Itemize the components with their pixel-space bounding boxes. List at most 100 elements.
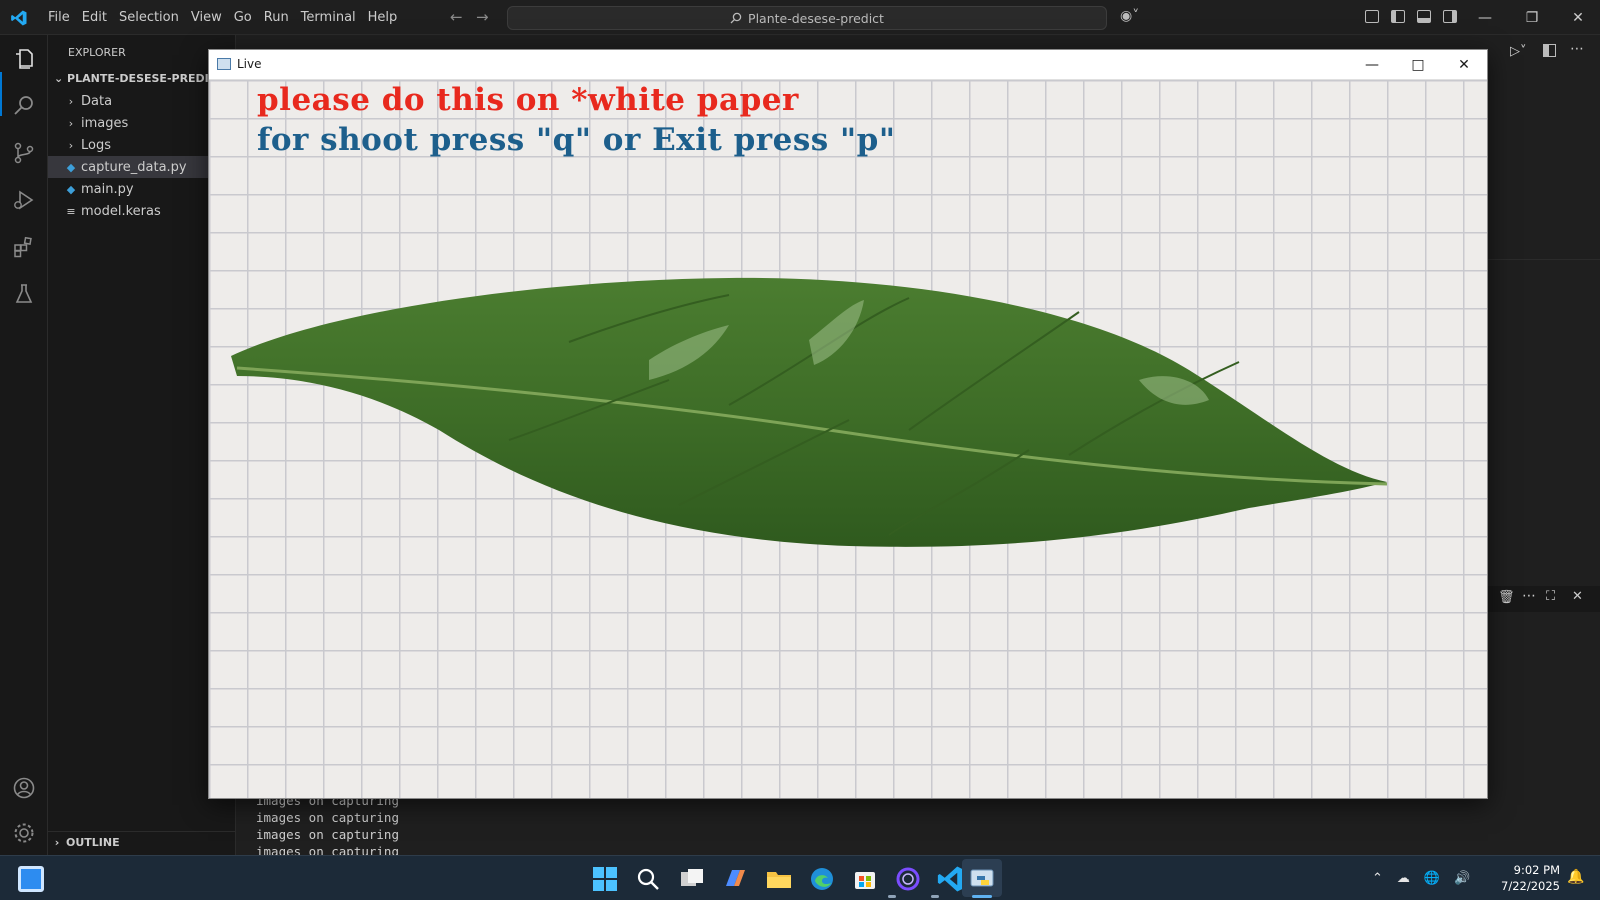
workspace-name: PLANTE-DESESE-PREDICT <box>67 72 225 85</box>
app-icon <box>217 58 231 70</box>
extensions-icon[interactable] <box>12 235 36 259</box>
instruction-text-keys: for shoot press "q" or Exit press "p" <box>257 122 896 158</box>
run-python-file-icon[interactable]: ▷˅ <box>1510 44 1527 59</box>
testing-icon[interactable] <box>12 282 36 306</box>
camera-feed: please do this on *white paper for shoot… <box>209 80 1487 798</box>
python-file-icon: ◆ <box>66 160 76 174</box>
system-tray: ⌃ ☁ 🌐 🔊 <box>1372 864 1470 892</box>
instruction-text-paper: please do this on *white paper <box>257 82 799 118</box>
menu-edit[interactable]: Edit <box>76 10 113 25</box>
files-icon[interactable] <box>12 47 36 71</box>
menu-view[interactable]: View <box>185 10 228 25</box>
menu-terminal[interactable]: Terminal <box>295 10 362 25</box>
split-editor-icon[interactable] <box>1543 44 1556 57</box>
chevron-down-icon: ⌄ <box>54 72 68 85</box>
python-file-icon: ◆ <box>66 182 76 196</box>
divider <box>1488 259 1600 260</box>
outline-label: OUTLINE <box>66 836 120 849</box>
clock-date: 7/22/2025 <box>1501 879 1560 893</box>
file-explorer-icon[interactable] <box>764 864 794 894</box>
minimize-icon[interactable]: — <box>1473 6 1497 30</box>
arrow-right-icon[interactable]: → <box>476 8 494 26</box>
tree-item-label: Data <box>81 93 113 109</box>
editor-area: ▷˅ ⋯ <box>1488 35 1600 855</box>
maximize-panel-icon[interactable]: ⛶ <box>1546 589 1555 604</box>
restore-icon[interactable]: ❐ <box>1520 6 1544 30</box>
workspace-header[interactable]: ⌄ PLANTE-DESESE-PREDICT <box>54 72 224 85</box>
close-icon[interactable]: ✕ <box>1566 6 1590 30</box>
terminal-output[interactable]: images on capturing images on capturing … <box>256 792 399 860</box>
tree-item-label: Logs <box>81 137 111 153</box>
taskbar: ⌃ ☁ 🌐 🔊 9:02 PM 7/22/2025 🔔 <box>0 855 1600 900</box>
file-lines-icon: ≡ <box>66 204 76 218</box>
chevron-up-icon[interactable]: ⌃ <box>1372 871 1383 886</box>
terminal-line: images on capturing <box>256 810 399 825</box>
close-icon[interactable]: ✕ <box>1441 50 1487 80</box>
more-actions-icon[interactable]: ⋯ <box>1522 588 1536 604</box>
search-icon[interactable] <box>12 94 36 118</box>
notification-bell-icon[interactable]: 🔔 <box>1567 869 1584 885</box>
account-icon[interactable] <box>12 776 36 800</box>
copilot-icon[interactable] <box>720 864 750 894</box>
menu-file[interactable]: File <box>42 10 76 25</box>
running-indicator <box>888 895 896 898</box>
trash-icon[interactable]: 🗑 <box>1498 590 1515 605</box>
chevron-right-icon: › <box>68 116 74 130</box>
onedrive-offline-icon[interactable]: ☁ <box>1397 871 1410 886</box>
menu-run[interactable]: Run <box>258 10 295 25</box>
panel-toolbar: 🗑 ⋯ ⛶ ✕ <box>1488 586 1600 612</box>
chevron-right-icon: › <box>68 138 74 152</box>
tree-item-label: capture_data.py <box>81 159 187 175</box>
menu-selection[interactable]: Selection <box>113 10 185 25</box>
source-control-icon[interactable] <box>12 141 36 165</box>
language-globe-icon[interactable]: 🌐 <box>1424 871 1440 886</box>
store-icon[interactable] <box>850 864 880 894</box>
active-indicator <box>0 72 2 116</box>
menu-help[interactable]: Help <box>362 10 404 25</box>
copilot-icon[interactable]: ◉˅ <box>1120 8 1139 24</box>
desktop-widget-icon[interactable] <box>18 866 44 892</box>
toggle-panel-icon[interactable] <box>1417 10 1431 23</box>
chevron-right-icon: › <box>54 836 60 849</box>
terminal-line: images on capturing <box>256 827 399 842</box>
command-center-label: Plante-desese-predict <box>748 10 884 26</box>
chevron-right-icon: › <box>68 94 74 108</box>
search-icon <box>730 12 742 24</box>
settings-gear-icon[interactable] <box>12 821 36 845</box>
close-panel-icon[interactable]: ✕ <box>1572 589 1583 604</box>
outline-section-header[interactable]: › OUTLINE <box>48 831 236 853</box>
customize-layout-icon[interactable] <box>1365 10 1379 23</box>
run-debug-icon[interactable] <box>12 188 36 212</box>
explorer-title: EXPLORER <box>68 46 126 59</box>
title-bar: File Edit Selection View Go Run Terminal… <box>0 0 1600 35</box>
active-indicator <box>972 895 992 898</box>
running-indicator <box>931 895 939 898</box>
search-icon[interactable] <box>633 864 663 894</box>
minimize-icon[interactable]: — <box>1349 50 1395 80</box>
menu-bar: File Edit Selection View Go Run Terminal… <box>42 0 403 35</box>
menu-go[interactable]: Go <box>228 10 258 25</box>
clock[interactable]: 9:02 PM 7/22/2025 <box>1492 862 1560 894</box>
windows-start-icon[interactable] <box>590 864 620 894</box>
tree-item-label: images <box>81 115 129 131</box>
tree-item-label: main.py <box>81 181 134 197</box>
command-center[interactable]: Plante-desese-predict <box>507 6 1107 30</box>
clock-time: 9:02 PM <box>1513 863 1560 877</box>
cortana-icon[interactable] <box>893 864 923 894</box>
python-icon[interactable] <box>967 864 997 894</box>
arrow-left-icon[interactable]: ← <box>450 8 468 26</box>
tree-item-label: model.keras <box>81 203 161 219</box>
leaf-image <box>231 277 1388 547</box>
volume-icon[interactable]: 🔊 <box>1454 871 1470 886</box>
vscode-logo-icon <box>11 10 27 26</box>
task-view-icon[interactable] <box>677 864 707 894</box>
edge-icon[interactable] <box>807 864 837 894</box>
live-window-title: Live <box>237 57 262 71</box>
toggle-secondary-sidebar-icon[interactable] <box>1443 10 1457 23</box>
live-window[interactable]: Live — □ ✕ please do this on *white pape… <box>208 49 1488 799</box>
maximize-icon[interactable]: □ <box>1395 50 1441 80</box>
toggle-primary-sidebar-icon[interactable] <box>1391 10 1405 23</box>
activity-bar <box>0 35 48 855</box>
more-actions-icon[interactable]: ⋯ <box>1570 41 1584 57</box>
live-window-titlebar[interactable]: Live — □ ✕ <box>209 50 1487 80</box>
